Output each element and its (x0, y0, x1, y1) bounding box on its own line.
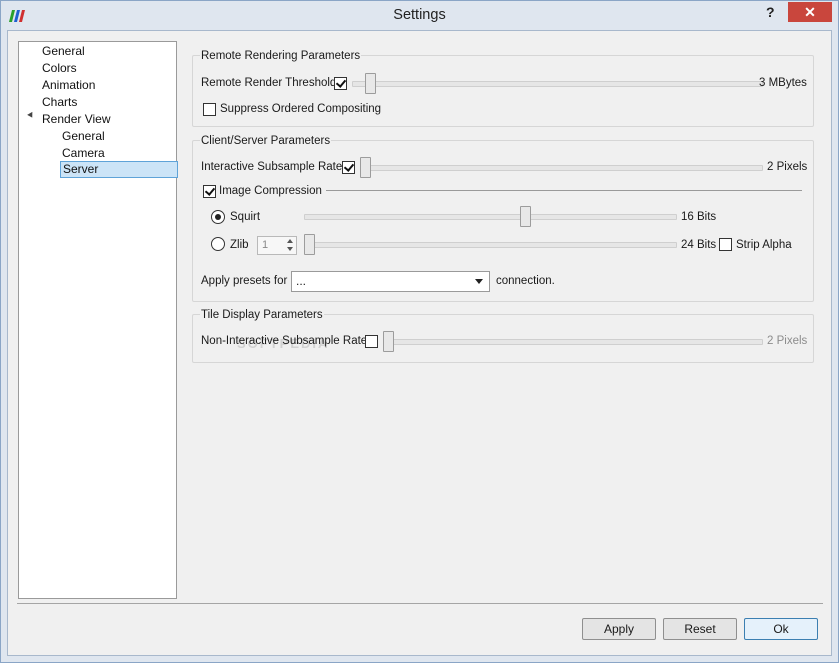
button-separator (17, 603, 823, 604)
strip-alpha-label: Strip Alpha (736, 239, 792, 251)
zlib-label: Zlib (230, 239, 249, 251)
squirt-slider-handle[interactable] (520, 206, 531, 227)
remote-rendering-title: Remote Rendering Parameters (200, 50, 362, 62)
squirt-value: 16 Bits (681, 211, 717, 223)
interactive-subsample-slider[interactable] (360, 165, 763, 171)
spin-down-icon[interactable] (287, 247, 293, 251)
zlib-slider-handle[interactable] (304, 234, 315, 255)
non-interactive-subsample-label: Non-Interactive Subsample Rate (201, 335, 368, 347)
zlib-radio[interactable] (211, 237, 225, 251)
presets-selected-value: ... (296, 274, 307, 288)
tile-display-title: Tile Display Parameters (200, 309, 324, 321)
interactive-subsample-label: Interactive Subsample Rate (201, 161, 343, 173)
remote-render-threshold-label: Remote Render Threshold (201, 77, 337, 89)
dialog-body: General Colors Animation Charts Render V… (7, 30, 832, 656)
tree-item-render-view[interactable]: Render View (42, 111, 110, 127)
suppress-ordered-compositing-label: Suppress Ordered Compositing (220, 103, 382, 115)
settings-tree[interactable]: General Colors Animation Charts Render V… (18, 41, 178, 599)
remote-rendering-group: Remote Rendering Parameters (192, 50, 814, 127)
window-title: Settings (393, 7, 446, 23)
remote-render-threshold-slider-handle[interactable] (365, 73, 376, 94)
zlib-level-value: 1 (262, 239, 269, 251)
suppress-ordered-compositing-checkbox[interactable] (203, 103, 216, 116)
close-icon: ✕ (804, 4, 816, 20)
tree-item-camera[interactable]: Camera (62, 145, 105, 161)
connection-label: connection. (496, 275, 555, 287)
client-server-title: Client/Server Parameters (200, 135, 332, 147)
help-button[interactable]: ? (766, 4, 775, 20)
squirt-label: Squirt (230, 211, 261, 223)
tree-item-colors[interactable]: Colors (42, 60, 77, 76)
strip-alpha-checkbox[interactable] (719, 238, 732, 251)
reset-button[interactable]: Reset (663, 618, 737, 640)
image-compression-checkbox[interactable] (203, 185, 216, 198)
apply-presets-label: Apply presets for (201, 275, 288, 287)
spin-up-icon[interactable] (287, 239, 293, 243)
ok-button[interactable]: Ok (744, 618, 818, 640)
image-compression-label: Image Compression (219, 185, 322, 197)
remote-render-threshold-checkbox[interactable] (334, 77, 347, 90)
tree-item-animation[interactable]: Animation (42, 77, 95, 93)
radio-selected-dot (215, 214, 221, 220)
squirt-radio[interactable] (211, 210, 225, 224)
interactive-subsample-checkbox[interactable] (342, 161, 355, 174)
checkmark-icon (204, 185, 216, 196)
image-compression-divider (326, 190, 802, 191)
zlib-value: 24 Bits (681, 239, 717, 251)
non-interactive-subsample-value: 2 Pixels (767, 335, 808, 347)
non-interactive-subsample-checkbox[interactable] (365, 335, 378, 348)
non-interactive-subsample-slider[interactable] (383, 339, 763, 345)
apply-button[interactable]: Apply (582, 618, 656, 640)
tree-item-server[interactable]: Server (60, 161, 178, 178)
non-interactive-subsample-slider-handle[interactable] (383, 331, 394, 352)
chevron-down-icon (475, 279, 483, 284)
zlib-slider[interactable] (304, 242, 677, 248)
interactive-subsample-value: 2 Pixels (767, 161, 808, 173)
checkmark-icon (343, 161, 355, 172)
checkmark-icon (335, 77, 347, 88)
squirt-slider[interactable] (304, 214, 677, 220)
zlib-level-spinbox[interactable]: 1 (257, 236, 297, 255)
title-bar: Settings ? ✕ (1, 1, 838, 31)
remote-render-threshold-value: 3 MBytes (759, 77, 807, 89)
tree-item-general[interactable]: General (42, 43, 85, 59)
expand-arrow-icon[interactable] (27, 111, 35, 120)
tree-item-render-view-general[interactable]: General (62, 128, 105, 144)
presets-dropdown[interactable]: ... (291, 271, 490, 292)
remote-render-threshold-slider[interactable] (352, 81, 763, 87)
tree-item-charts[interactable]: Charts (42, 94, 77, 110)
interactive-subsample-slider-handle[interactable] (360, 157, 371, 178)
close-button[interactable]: ✕ (788, 2, 832, 22)
